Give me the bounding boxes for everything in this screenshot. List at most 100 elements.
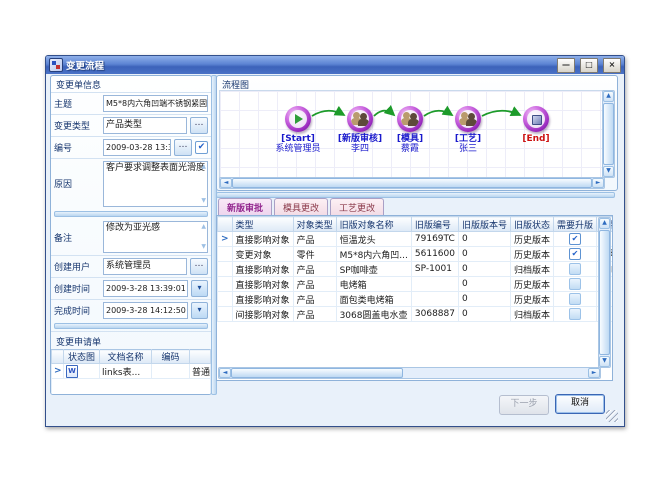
- selector-column-header[interactable]: [218, 217, 233, 232]
- object_type-cell: 产品: [293, 277, 336, 292]
- checkbox-checked-icon[interactable]: ✔: [569, 233, 581, 245]
- old_name-cell: 面包类电烤箱: [336, 292, 411, 307]
- scroll-up-icon[interactable]: ▲: [603, 91, 614, 102]
- scroll-down-icon[interactable]: ▼: [603, 166, 614, 177]
- subject-input[interactable]: M5*8内六角凹端不锈钢紧固螺钉: [103, 95, 208, 112]
- column-header[interactable]: [190, 350, 211, 364]
- scroll-right-icon[interactable]: ►: [588, 368, 600, 378]
- request-grid-row[interactable]: > W links表... 普通: [52, 364, 211, 379]
- flow-node-task[interactable]: [397, 106, 423, 132]
- close-icon[interactable]: ×: [603, 58, 621, 73]
- flow-vscrollbar[interactable]: ▲ ▼: [602, 90, 615, 178]
- desktop-background: 变更流程 — □ × 变更单信息 主题 M5*8内六角凹端不锈钢紧固螺钉 变更类…: [0, 0, 660, 477]
- scroll-left-icon[interactable]: ◄: [219, 368, 231, 378]
- detail-panel: 新版审批模具更改工艺更改 类型对象类型旧版对象名称旧版编号旧版版本号旧版状态需要…: [216, 198, 613, 380]
- column-header[interactable]: 类型: [232, 217, 293, 232]
- row-selector-cell[interactable]: [218, 292, 233, 307]
- flow-node-task[interactable]: [455, 106, 481, 132]
- scroll-up-icon[interactable]: ▲: [201, 224, 206, 230]
- table-row[interactable]: 直接影响对象产品SP咖啡壶SP-10010归档版本SP咖: [218, 262, 614, 277]
- checkbox-unchecked-icon[interactable]: [569, 263, 581, 275]
- row-selector-cell[interactable]: [218, 277, 233, 292]
- tab-0[interactable]: 新版审批: [218, 198, 272, 215]
- minimize-icon[interactable]: —: [557, 58, 575, 73]
- scroll-up-icon[interactable]: ▲: [599, 218, 610, 229]
- change-type-input[interactable]: 产品类型: [103, 117, 187, 134]
- finish-time-input[interactable]: 2009-3-28 14:12:50: [103, 302, 188, 319]
- resize-grip[interactable]: [606, 410, 618, 422]
- flow-arrow: [374, 111, 394, 116]
- scroll-down-icon[interactable]: ▼: [201, 198, 206, 204]
- scroll-left-icon[interactable]: ◄: [220, 178, 232, 188]
- flow-canvas[interactable]: [Start]系统管理员[新版审核]李四[模具]蔡霞[工艺]张三[End]: [219, 90, 605, 178]
- node-step-label: [模具]: [397, 134, 423, 144]
- detail-grid-vscrollbar[interactable]: ▲ ▼: [598, 217, 611, 368]
- need_upgrade-cell: [554, 262, 597, 277]
- column-header[interactable]: 文档名称: [100, 350, 152, 364]
- app-icon: [49, 58, 63, 72]
- column-header[interactable]: [52, 350, 64, 364]
- row-selector-cell[interactable]: >: [218, 232, 233, 247]
- tab-1[interactable]: 模具更改: [274, 198, 328, 215]
- chevron-down-icon[interactable]: ▾: [191, 302, 208, 319]
- checkbox-checked-icon[interactable]: ✔: [569, 248, 581, 260]
- horizontal-splitter[interactable]: [54, 323, 208, 329]
- grid-empty-area: [51, 379, 211, 395]
- number-input[interactable]: 2009-03-28 13:39:01: [103, 139, 171, 156]
- flow-node-end[interactable]: [523, 106, 549, 132]
- titlebar[interactable]: 变更流程 — □ ×: [46, 56, 624, 74]
- scroll-down-icon[interactable]: ▼: [201, 244, 206, 250]
- column-header[interactable]: 旧版版本号: [458, 217, 510, 232]
- table-row[interactable]: 变更对象零件M5*8内六角凹...56116000历史版本✔M5*8: [218, 247, 614, 262]
- flow-node-start[interactable]: [285, 106, 311, 132]
- table-row[interactable]: 间接影响对象产品3068圆盖电水壶30688870归档版本: [218, 307, 614, 322]
- row-selector-cell[interactable]: [218, 262, 233, 277]
- column-header[interactable]: 对象类型: [293, 217, 336, 232]
- checkbox-unchecked-icon[interactable]: [569, 278, 581, 290]
- creator-input[interactable]: 系统管理员: [103, 258, 187, 275]
- next-button[interactable]: 下一步: [499, 395, 549, 415]
- scroll-right-icon[interactable]: ►: [592, 178, 604, 188]
- field-create-time: 创建时间 2009-3-28 13:39:01 ▾: [51, 277, 211, 299]
- detail-grid-hscrollbar[interactable]: ◄ ►: [218, 367, 601, 379]
- row-selector-cell[interactable]: [218, 307, 233, 322]
- maximize-icon[interactable]: □: [580, 58, 598, 73]
- scrollbar-thumb[interactable]: [231, 368, 403, 378]
- horizontal-splitter[interactable]: [54, 211, 208, 217]
- remark-textarea[interactable]: 修改为亚光感 ▲ ▼: [103, 221, 208, 253]
- scroll-up-icon[interactable]: ▲: [201, 164, 206, 170]
- scrollbar-thumb[interactable]: [232, 178, 592, 188]
- checkbox-unchecked-icon[interactable]: [569, 308, 581, 320]
- table-row[interactable]: 直接影响对象产品面包类电烤箱0历史版本: [218, 292, 614, 307]
- old_name-cell: 电烤箱: [336, 277, 411, 292]
- flow-hscrollbar[interactable]: ◄ ►: [219, 177, 605, 189]
- remark-text: 修改为亚光感: [106, 223, 160, 233]
- flow-node-task[interactable]: [347, 106, 373, 132]
- column-header[interactable]: 旧版编号: [411, 217, 458, 232]
- cancel-button[interactable]: 取消: [555, 394, 605, 414]
- flow-arrow: [312, 111, 344, 116]
- reason-textarea[interactable]: 客户要求调整表面光滑度 ▲ ▼: [103, 161, 208, 207]
- field-number: 编号 2009-03-28 13:39:01 … ✔: [51, 136, 211, 158]
- column-header[interactable]: 旧版状态: [511, 217, 554, 232]
- ellipsis-button[interactable]: …: [174, 139, 192, 156]
- scrollbar-thumb[interactable]: [603, 103, 614, 165]
- table-row[interactable]: >直接影响对象产品恒温龙头79169TC0历史版本✔: [218, 232, 614, 247]
- scroll-down-icon[interactable]: ▼: [599, 356, 610, 367]
- table-row[interactable]: 直接影响对象产品电烤箱0历史版本: [218, 277, 614, 292]
- ellipsis-button[interactable]: …: [190, 258, 208, 275]
- number-checkbox[interactable]: ✔: [195, 141, 208, 154]
- row-selector-cell[interactable]: [218, 247, 233, 262]
- column-header[interactable]: 旧版对象名称: [336, 217, 411, 232]
- column-header[interactable]: 状态图: [64, 350, 100, 364]
- old_no-cell: 3068887: [411, 307, 458, 322]
- scrollbar-thumb[interactable]: [599, 230, 610, 355]
- ellipsis-button[interactable]: …: [190, 117, 208, 134]
- chevron-down-icon[interactable]: ▾: [191, 280, 208, 297]
- tab-2[interactable]: 工艺更改: [330, 198, 384, 215]
- column-header[interactable]: 需要升版: [554, 217, 597, 232]
- create-time-input[interactable]: 2009-3-28 13:39:01: [103, 280, 188, 297]
- column-header[interactable]: 编码: [152, 350, 190, 364]
- checkbox-unchecked-icon[interactable]: [569, 293, 581, 305]
- row-selector-icon: >: [221, 234, 229, 244]
